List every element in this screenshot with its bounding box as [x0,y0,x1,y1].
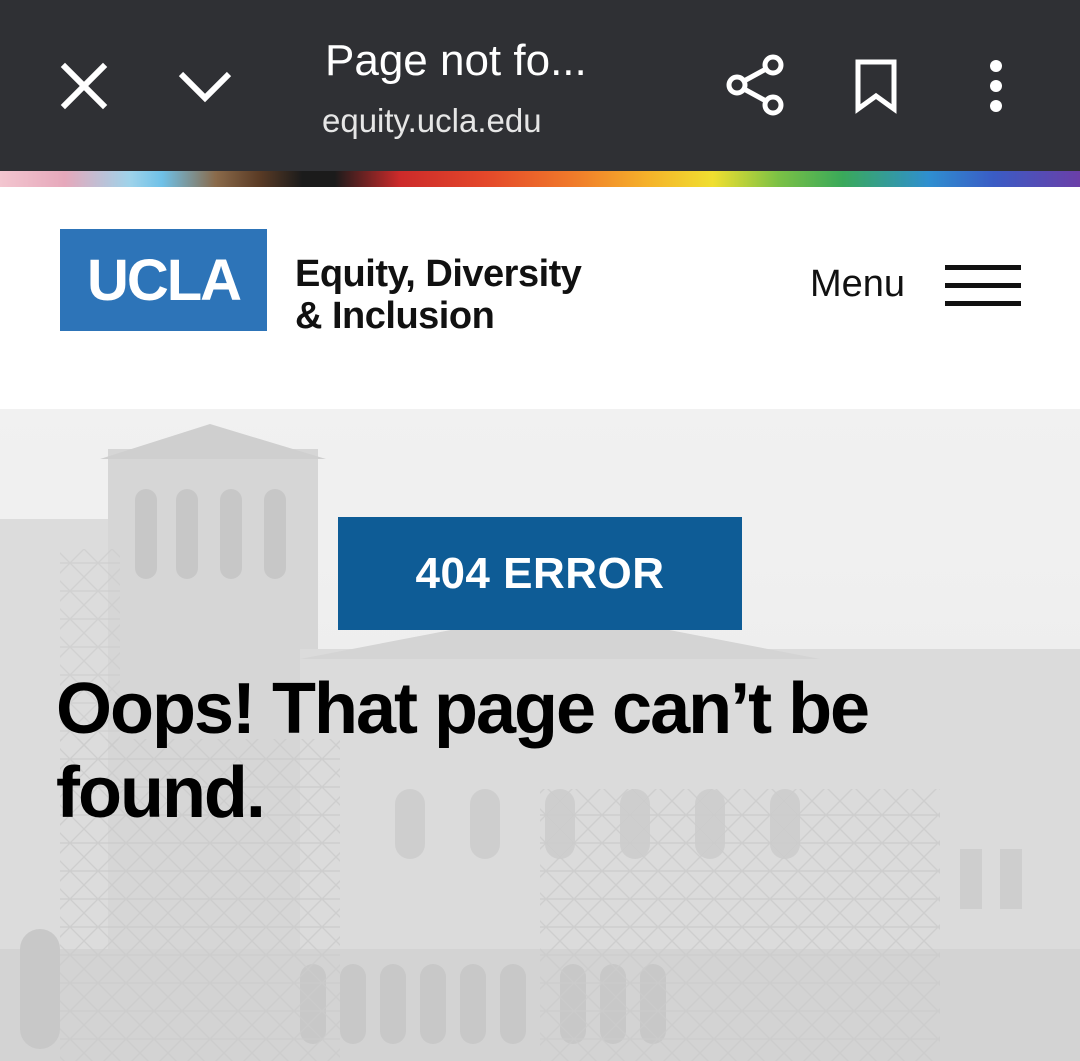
more-vert-icon[interactable] [984,60,1008,112]
tab-title: Page not fo... [325,36,587,85]
logo-text: UCLA [86,247,242,313]
close-icon[interactable] [58,60,110,112]
ucla-logo[interactable]: UCLA [60,229,267,331]
site-name[interactable]: Equity, Diversity & Inclusion [295,253,582,337]
chevron-down-icon[interactable] [176,66,234,106]
site-header: UCLA Equity, Diversity & Inclusion Menu [0,187,1080,409]
menu-button-label[interactable]: Menu [810,263,905,306]
error-badge: 404 ERROR [338,517,742,630]
site-name-line2: & Inclusion [295,295,495,337]
page-title: Oops! That page can’t be found. [56,669,870,833]
site-name-line1: Equity, Diversity [295,253,582,295]
hamburger-icon[interactable] [945,265,1021,307]
hero-section: 404 ERROR Oops! That page can’t be found… [0,409,1080,1061]
page-url[interactable]: equity.ucla.edu [322,102,562,140]
bookmark-icon[interactable] [852,58,900,114]
share-icon[interactable] [724,52,788,118]
progress-rainbow-bar [0,171,1080,187]
browser-toolbar: Page not fo... equity.ucla.edu [0,0,1080,171]
